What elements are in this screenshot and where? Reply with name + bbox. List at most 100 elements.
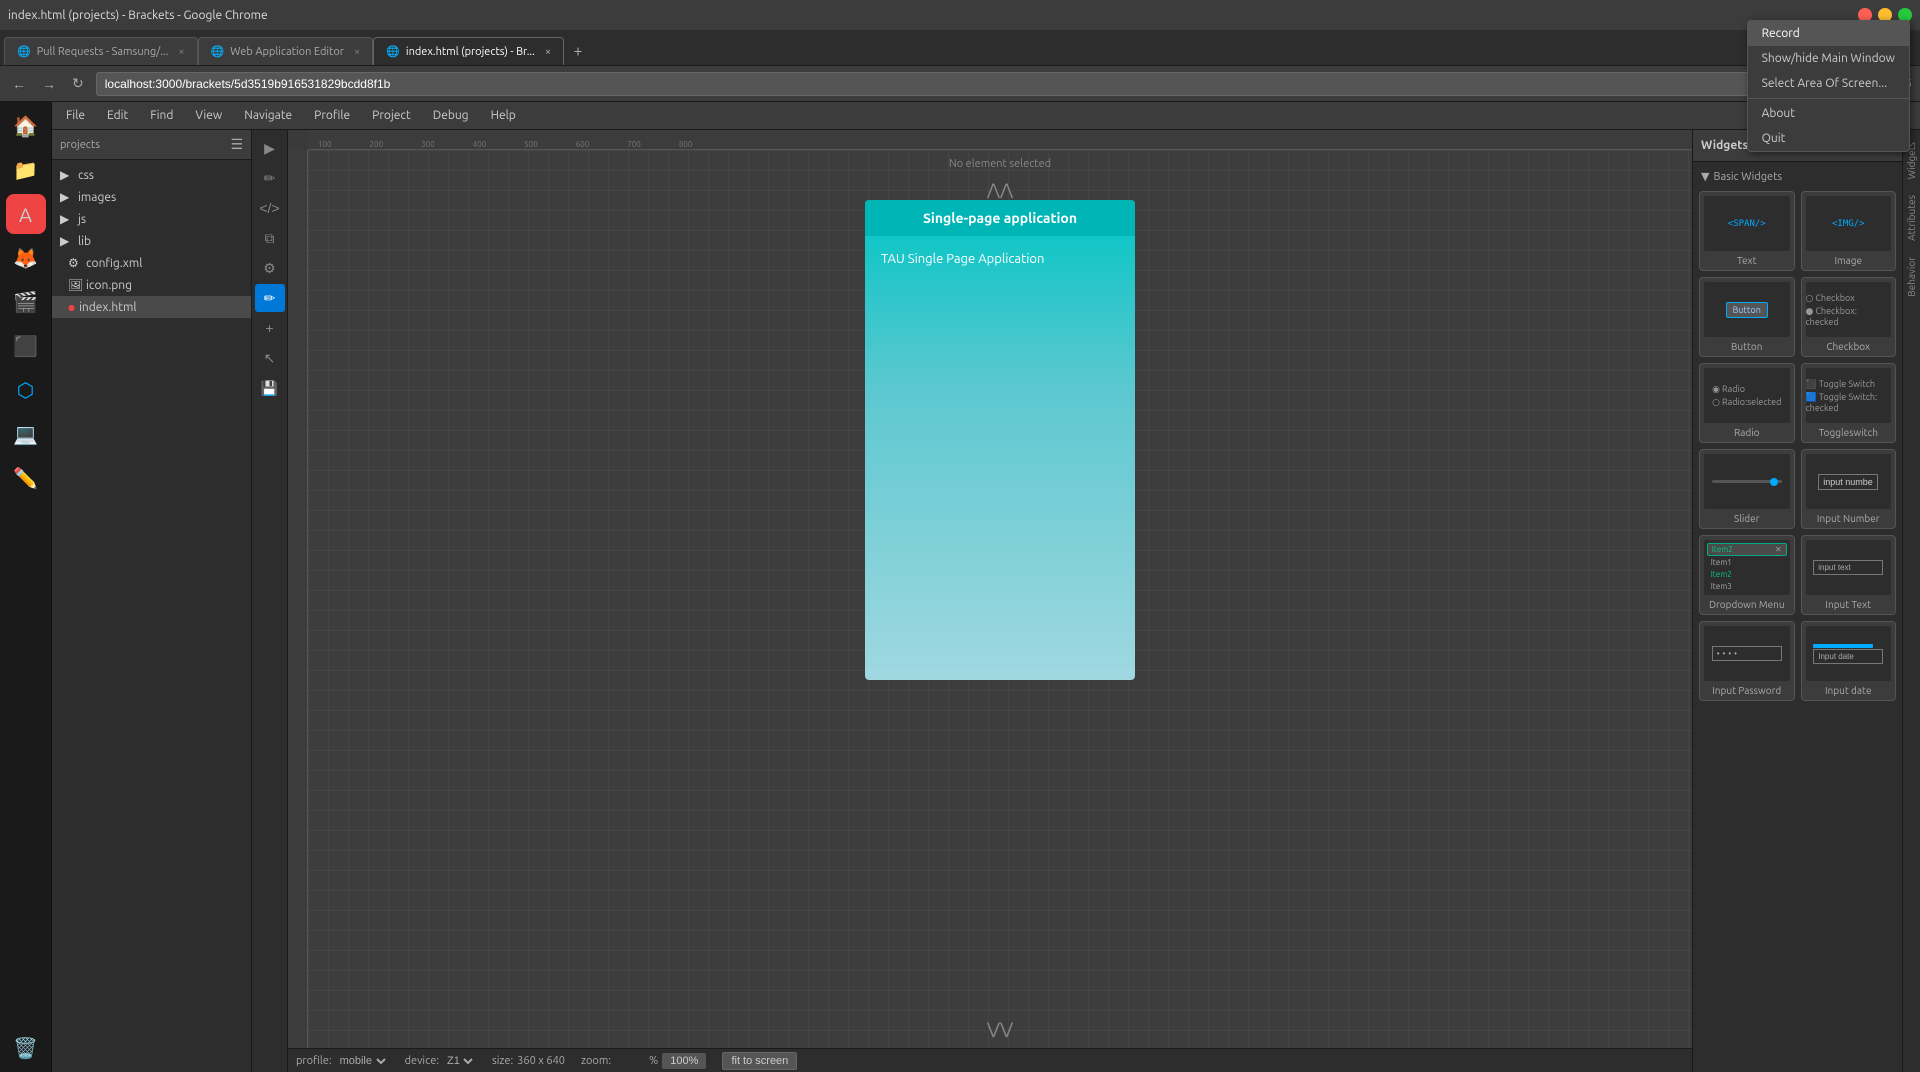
dock-brackets-icon[interactable]: A — [6, 194, 46, 234]
code-button[interactable]: </> — [255, 194, 285, 222]
dock-pencil-icon[interactable]: ✏️ — [6, 458, 46, 498]
left-toolbar: ▶ ✏ </> ⧉ ⚙ ✏ + ↖ 💾 — [252, 130, 288, 1072]
tab-index-html[interactable]: 🌐 index.html (projects) - Br... × — [373, 37, 564, 65]
reload-button[interactable]: ↻ — [68, 73, 88, 94]
menu-profile[interactable]: Profile — [304, 106, 360, 125]
tab-close-icon[interactable]: × — [545, 46, 551, 58]
ruler-tick: 600 — [576, 141, 590, 149]
panel-collapse-icon[interactable]: ☰ — [230, 136, 243, 153]
select-button[interactable]: ↖ — [255, 344, 285, 372]
menu-edit[interactable]: Edit — [97, 106, 138, 125]
design-button[interactable]: ✏ — [255, 284, 285, 312]
context-menu-record[interactable]: Record — [1748, 21, 1909, 46]
tab-close-icon[interactable]: × — [354, 46, 360, 58]
address-bar: ← → ↻ 22:05 — [0, 66, 1920, 102]
dock-vscode-icon[interactable]: ⬡ — [6, 370, 46, 410]
url-input[interactable] — [96, 72, 1877, 96]
file-tree-item-css[interactable]: ▶ css — [52, 164, 251, 186]
context-menu-select-area[interactable]: Select Area Of Screen... — [1748, 71, 1909, 96]
tab-pull-requests[interactable]: 🌐 Pull Requests - Samsung/... × — [4, 37, 198, 65]
canvas-area[interactable]: 100 200 300 400 500 600 700 800 No eleme… — [288, 130, 1692, 1048]
fit-to-screen-button[interactable]: fit to screen — [722, 1052, 797, 1070]
context-menu-quit[interactable]: Quit — [1748, 126, 1909, 151]
file-tree-item-js[interactable]: ▶ js — [52, 208, 251, 230]
save-button[interactable]: 💾 — [255, 374, 285, 402]
zoom-input[interactable] — [615, 1055, 645, 1067]
side-tab-behavior[interactable]: Behavior — [1904, 249, 1919, 305]
context-menu-about[interactable]: About — [1748, 101, 1909, 126]
file-tree-item-icon-png[interactable]: 🖼 icon.png — [52, 274, 251, 296]
play-button[interactable]: ▶ — [255, 134, 285, 162]
widgets-section-header[interactable]: ▼ Basic Widgets — [1697, 166, 1898, 187]
widget-input-date[interactable]: Input date — [1801, 621, 1897, 701]
widget-slider-preview — [1704, 454, 1790, 509]
widget-checkbox-preview: ○ Checkbox ● Checkbox: checked — [1806, 282, 1892, 337]
menu-bar: File Edit Find View Navigate Profile Pro… — [52, 102, 1920, 130]
menu-file[interactable]: File — [56, 106, 95, 125]
widget-dropdown-menu[interactable]: Item2 ✕ Item1 Item2 Item3 Dropdown Menu — [1699, 535, 1795, 615]
dock-trash-icon[interactable]: 🗑️ — [6, 1028, 46, 1068]
widget-text-preview: <SPAN/> — [1704, 196, 1790, 251]
add-button[interactable]: + — [255, 314, 285, 342]
dock-video-icon[interactable]: 🎬 — [6, 282, 46, 322]
file-tree-item-index-html[interactable]: ● index.html — [52, 296, 251, 318]
tab-web-editor[interactable]: 🌐 Web Application Editor × — [198, 37, 374, 65]
dock-files-icon[interactable]: 📁 — [6, 150, 46, 190]
canvas-grid[interactable]: No element selected ⋀⋀ Single-page appli… — [308, 150, 1692, 1048]
widget-input-number-preview — [1806, 454, 1892, 509]
menu-view[interactable]: View — [185, 106, 232, 125]
widget-button-label: Button — [1731, 341, 1762, 352]
back-button[interactable]: ← — [8, 74, 30, 94]
file-name: config.xml — [86, 257, 142, 270]
menu-debug[interactable]: Debug — [423, 106, 479, 125]
widget-input-number[interactable]: Input Number — [1801, 449, 1897, 529]
side-tab-attributes[interactable]: Attributes — [1904, 187, 1919, 249]
widget-slider[interactable]: Slider — [1699, 449, 1795, 529]
size-item: size: 360 x 640 — [492, 1055, 565, 1067]
context-menu-show-hide[interactable]: Show/hide Main Window — [1748, 46, 1909, 71]
file-tree-item-config[interactable]: ⚙ config.xml — [52, 252, 251, 274]
widget-image[interactable]: <IMG/> Image — [1801, 191, 1897, 271]
file-tree-item-lib[interactable]: ▶ lib — [52, 230, 251, 252]
profile-item: profile: mobile — [296, 1054, 389, 1068]
widget-text[interactable]: <SPAN/> Text — [1699, 191, 1795, 271]
file-name: js — [78, 213, 86, 226]
context-menu-divider — [1748, 98, 1909, 99]
file-tree-item-images[interactable]: ▶ images — [52, 186, 251, 208]
context-menu: Record Show/hide Main Window Select Area… — [1747, 20, 1910, 152]
dock-firefox-icon[interactable]: 🦊 — [6, 238, 46, 278]
widget-input-password[interactable]: Input Password — [1699, 621, 1795, 701]
menu-project[interactable]: Project — [362, 106, 421, 125]
settings-button[interactable]: ⚙ — [255, 254, 285, 282]
input-num-preview-field — [1818, 474, 1878, 490]
new-tab-button[interactable]: + — [564, 37, 592, 65]
forward-button[interactable]: → — [38, 74, 60, 94]
zoom-value-button[interactable]: 100% — [662, 1053, 706, 1069]
device-select[interactable]: Z1 — [443, 1054, 476, 1068]
zoom-item: zoom: % 100% — [581, 1053, 706, 1069]
widget-toggleswitch[interactable]: ⬛ Toggle Switch 🟦 Toggle Switch: checked… — [1801, 363, 1897, 443]
menu-help[interactable]: Help — [481, 106, 526, 125]
widget-input-text[interactable]: Input Text — [1801, 535, 1897, 615]
widget-radio[interactable]: ◉ Radio ○ Radio:selected Radio — [1699, 363, 1795, 443]
widget-input-password-preview — [1704, 626, 1790, 681]
widget-radio-preview: ◉ Radio ○ Radio:selected — [1704, 368, 1790, 423]
widget-input-password-label: Input Password — [1712, 685, 1781, 696]
tab-close-icon[interactable]: × — [178, 46, 184, 58]
widget-input-text-label: Input Text — [1825, 599, 1871, 610]
widget-checkbox[interactable]: ○ Checkbox ● Checkbox: checked Checkbox — [1801, 277, 1897, 357]
widget-text-label: Text — [1737, 255, 1757, 266]
device-label: device: — [405, 1055, 439, 1067]
dock-terminal-icon[interactable]: ⬛ — [6, 326, 46, 366]
image-icon: 🖼 — [68, 278, 82, 292]
menu-navigate[interactable]: Navigate — [234, 106, 302, 125]
dock-terminal2-icon[interactable]: 💻 — [6, 414, 46, 454]
profile-select[interactable]: mobile — [336, 1054, 389, 1068]
pencil-button[interactable]: ✏ — [255, 164, 285, 192]
dock-home-icon[interactable]: 🏠 — [6, 106, 46, 146]
layers-button[interactable]: ⧉ — [255, 224, 285, 252]
tab-favicon: 🌐 — [386, 45, 400, 58]
widget-button[interactable]: Button Button — [1699, 277, 1795, 357]
file-tree: ▶ css ▶ images ▶ js ▶ lib — [52, 160, 251, 1072]
menu-find[interactable]: Find — [140, 106, 183, 125]
